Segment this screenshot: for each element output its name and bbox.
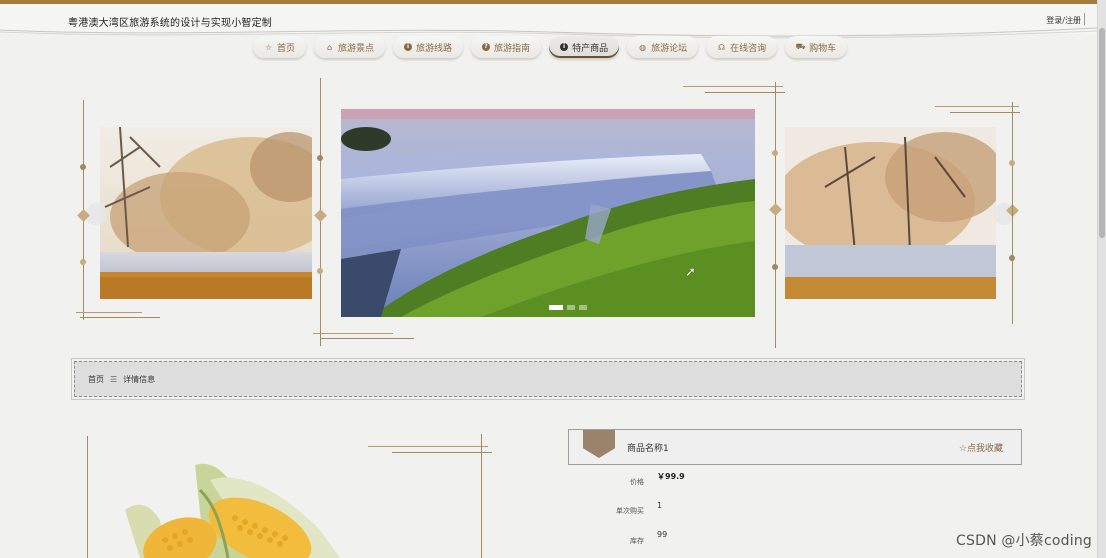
info-icon: i — [560, 43, 569, 51]
decor-dot — [1009, 160, 1015, 166]
decor-dot — [772, 264, 778, 270]
decor-diamond — [314, 209, 327, 222]
product-image — [110, 460, 360, 558]
globe-icon: ◍ — [639, 42, 647, 52]
carousel-pagination — [549, 305, 587, 310]
decor-dot — [80, 259, 86, 265]
headset-icon: ☊ — [718, 42, 726, 52]
nav-item-label: 旅游论坛 — [651, 43, 688, 54]
nav-item-label: 旅游线路 — [416, 43, 453, 54]
decor-dot — [1009, 255, 1015, 261]
header-divider — [1084, 13, 1085, 25]
nav-item-label: 旅游景点 — [338, 43, 375, 54]
nav-item-label: 特产商品 — [572, 43, 609, 54]
star-icon: ☆ — [264, 42, 273, 52]
scrollbar-thumb[interactable] — [1099, 28, 1105, 238]
decor-line — [950, 112, 1020, 113]
breadcrumb-items: 首页 ☰ 详情信息 — [88, 374, 155, 385]
nav-item-specialty-products[interactable]: i 特产商品 — [549, 36, 620, 58]
page-scrollbar[interactable] — [1097, 0, 1106, 558]
carousel-dot-active[interactable] — [549, 305, 563, 310]
breadcrumb-separator-icon: ☰ — [110, 375, 118, 384]
cart-icon: ⛟ — [795, 42, 806, 51]
decor-line — [683, 86, 783, 87]
decor-line — [80, 317, 160, 318]
decor-line — [313, 333, 393, 334]
stock-label: 库存 — [630, 537, 644, 545]
nav-item-routes[interactable]: i 旅游线路 — [393, 36, 464, 58]
decor-line — [481, 434, 482, 558]
nav-item-attractions[interactable]: ⌂ 旅游景点 — [314, 36, 386, 58]
main-nav: ☆ 首页 ⌂ 旅游景点 i 旅游线路 ? 旅游指南 i 特产商品 ◍ 旅游论坛 … — [253, 36, 848, 60]
product-name: 商品名称1 — [627, 444, 669, 454]
decor-dot — [772, 150, 778, 156]
decor-line — [1012, 102, 1013, 324]
nav-item-label: 首页 — [277, 43, 296, 54]
min-buy-label: 单次购买 — [616, 507, 644, 515]
breadcrumb-home-link[interactable]: 首页 — [88, 374, 104, 385]
decor-line — [368, 446, 488, 447]
nav-item-forum[interactable]: ◍ 旅游论坛 — [627, 36, 699, 58]
decor-dot — [317, 268, 323, 274]
carousel-dot[interactable] — [567, 305, 575, 310]
nav-item-label: 在线咨询 — [730, 43, 767, 54]
nav-item-guide[interactable]: ? 旅游指南 — [471, 36, 542, 58]
price-value: ￥99.9 — [657, 472, 685, 481]
info-icon: i — [404, 43, 413, 51]
decor-line — [935, 106, 1019, 107]
question-icon: ? — [482, 43, 491, 51]
decor-line — [76, 312, 142, 313]
breadcrumb: 首页 ☰ 详情信息 — [71, 358, 1025, 400]
decor-line — [392, 452, 492, 453]
decor-dot — [80, 164, 86, 170]
min-buy-value: 1 — [657, 501, 663, 510]
decor-line — [320, 338, 414, 339]
decor-dot — [317, 155, 323, 161]
carousel-main-slide-image[interactable] — [341, 109, 755, 317]
nav-item-consult[interactable]: ☊ 在线咨询 — [706, 36, 778, 58]
decor-diamond — [769, 203, 782, 216]
decor-line — [87, 436, 88, 558]
carousel-next-slide-image[interactable] — [785, 127, 996, 299]
product-tag-icon — [583, 430, 615, 458]
carousel-dot[interactable] — [579, 305, 587, 310]
decor-line — [705, 92, 785, 93]
favorite-button[interactable]: ☆点我收藏 — [959, 441, 1003, 454]
nav-item-home[interactable]: ☆ 首页 — [253, 36, 307, 58]
csdn-watermark: CSDN @小蔡coding — [956, 533, 1092, 549]
home-icon: ⌂ — [326, 42, 333, 52]
login-register-link[interactable]: 登录/注册 — [1046, 15, 1081, 26]
breadcrumb-current: 详情信息 — [123, 375, 156, 384]
price-label: 价格 — [630, 478, 644, 486]
nav-item-label: 旅游指南 — [494, 43, 531, 54]
nav-item-cart[interactable]: ⛟ 购物车 — [785, 36, 848, 58]
product-name-bar: 商品名称1 ☆点我收藏 — [568, 429, 1022, 465]
stock-value: 99 — [657, 530, 668, 539]
mouse-cursor-icon: ➚ — [685, 265, 696, 280]
nav-item-label: 购物车 — [809, 43, 837, 54]
carousel-prev-slide-image[interactable] — [100, 127, 312, 299]
